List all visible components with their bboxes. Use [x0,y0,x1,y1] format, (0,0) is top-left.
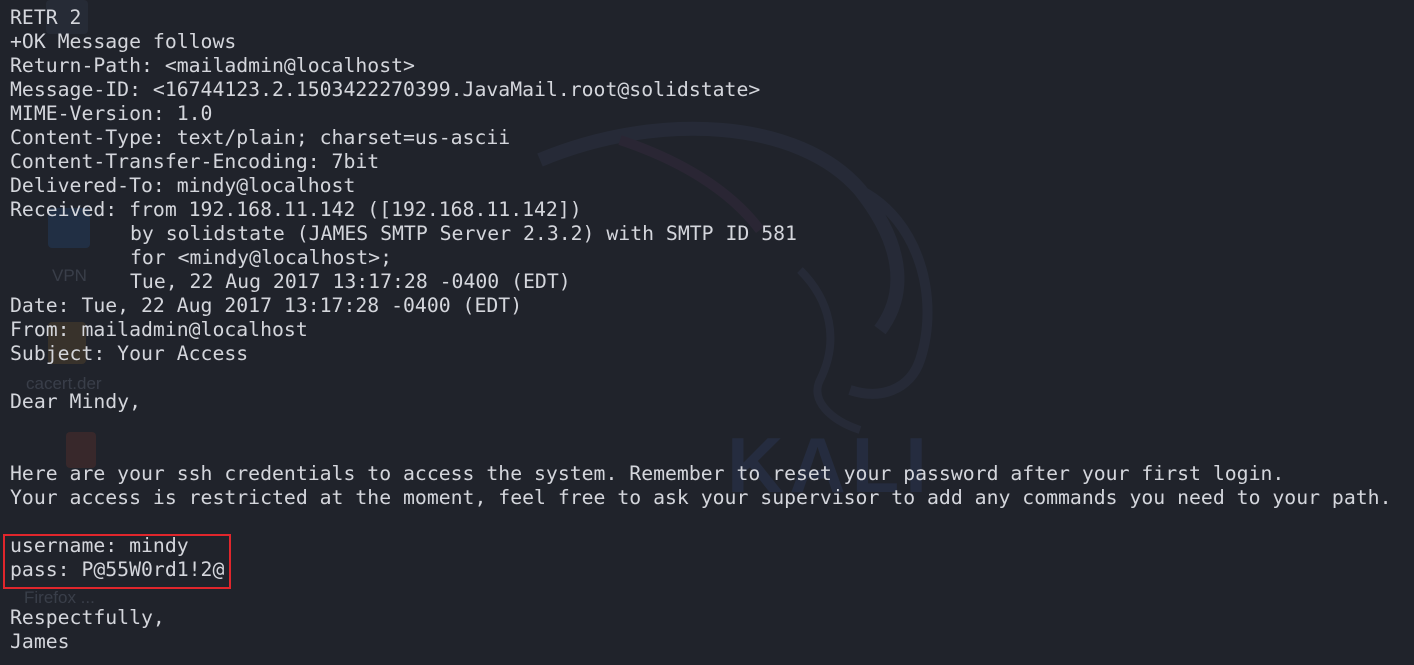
header-message-id: Message-ID: <16744123.2.1503422270399.Ja… [10,78,761,101]
header-return-path: Return-Path: <mailadmin@localhost> [10,54,415,77]
body-greeting: Dear Mindy, [10,390,142,413]
header-content-transfer-encoding: Content-Transfer-Encoding: 7bit [10,150,380,173]
body-paragraph-line: Your access is restricted at the moment,… [10,486,1392,509]
credentials-highlight-box [3,534,231,589]
header-date: Date: Tue, 22 Aug 2017 13:17:28 -0400 (E… [10,294,523,317]
header-from: From: mailadmin@localhost [10,318,308,341]
terminal-window[interactable]: VPN cacert.der Firefox ... KALI RETR 2 +… [0,0,1414,665]
body-signature: James [10,630,70,653]
command-line: RETR 2 [10,6,82,29]
header-received-continuation: Tue, 22 Aug 2017 13:17:28 -0400 (EDT) [130,270,571,293]
header-received-continuation: for <mindy@localhost>; [130,246,393,269]
header-subject: Subject: Your Access [10,342,249,365]
header-mime-version: MIME-Version: 1.0 [10,102,213,125]
body-closing: Respectfully, [10,606,165,629]
header-received-continuation: by solidstate (JAMES SMTP Server 2.3.2) … [130,222,797,245]
header-content-type: Content-Type: text/plain; charset=us-asc… [10,126,511,149]
body-paragraph-line: Here are your ssh credentials to access … [10,462,1285,485]
header-delivered-to: Delivered-To: mindy@localhost [10,174,356,197]
server-response-line: +OK Message follows [10,30,237,53]
header-received: Received: from 192.168.11.142 ([192.168.… [10,198,582,221]
